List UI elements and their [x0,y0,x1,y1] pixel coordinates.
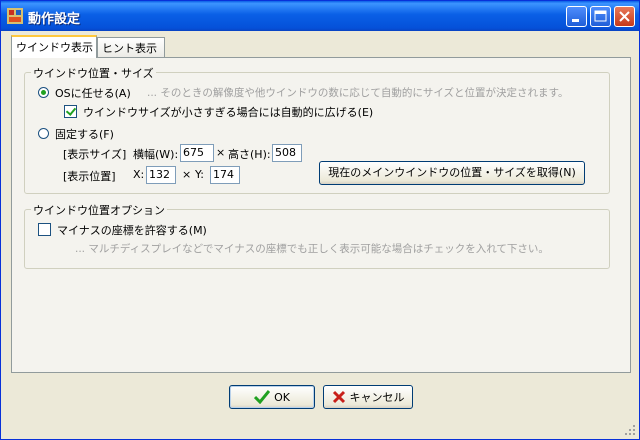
maximize-icon [594,10,607,22]
display-position-label: [表示位置] [63,170,116,183]
allow-minus-description: ... マルチディスプレイなどでマイナスの座標でも正しく表示可能な場合はチェック… [75,243,549,255]
close-icon [619,11,630,22]
ok-label: OK [274,390,290,404]
resize-grip-icon [625,425,635,435]
tab-panel: ウインドウ位置・サイズ OSに任せる(A) ... そのときの解像度や他ウインド… [11,57,631,373]
os-auto-description: ... そのときの解像度や他ウインドウの数に応じて自動的にサイズと位置が決定され… [147,87,569,99]
cancel-label: キャンセル [349,391,405,404]
auto-expand-label[interactable]: ウインドウサイズが小さすぎる場合には自動的に広げる(E) [83,104,373,120]
get-window-position-label: 現在のメインウインドウの位置・サイズを取得(N) [328,166,576,179]
minimize-button[interactable] [566,6,587,27]
allow-minus-label[interactable]: マイナスの座標を許容する(M) [57,222,207,238]
allow-minus-checkbox[interactable] [38,223,51,236]
height-field[interactable]: 508 [272,144,302,162]
cross-icon [332,390,345,404]
fixed-radio[interactable] [38,128,49,139]
ok-button[interactable]: OK [229,385,315,409]
tab-label: ウインドウ表示 [16,41,93,54]
checkmark-icon [254,390,271,404]
tab-hint-display[interactable]: ヒント表示 [97,37,165,57]
times-symbol: × [216,146,226,159]
os-auto-label[interactable]: OSに任せる(A) [55,85,131,101]
window-title: 動作設定 [28,12,81,27]
width-field[interactable]: 675 [180,144,214,162]
group-title: ウインドウ位置オプション [31,202,167,218]
os-auto-radio[interactable] [38,87,49,98]
minimize-icon [572,19,579,22]
fixed-label[interactable]: 固定する(F) [55,126,114,142]
auto-expand-checkbox[interactable] [64,105,77,118]
y-field[interactable]: 174 [210,166,240,184]
times-symbol: × [182,168,192,181]
group-title: ウインドウ位置・サイズ [31,65,156,81]
width-label: 横幅(W): [133,148,179,161]
height-label: 高さ(H): [228,148,271,161]
resize-grip[interactable] [623,423,637,437]
cancel-button[interactable]: キャンセル [323,385,413,409]
close-button[interactable] [614,6,635,27]
title-bar[interactable]: 動作設定 [1,1,639,31]
y-label: Y: [195,168,204,181]
display-size-label: [表示サイズ] [63,148,127,161]
tab-window-display[interactable]: ウインドウ表示 [11,35,97,58]
x-field[interactable]: 132 [146,166,176,184]
group-window-position-size: ウインドウ位置・サイズ OSに任せる(A) ... そのときの解像度や他ウインド… [24,65,610,194]
app-icon [7,8,23,24]
tab-label: ヒント表示 [102,42,157,55]
x-label: X: [133,168,145,181]
maximize-button[interactable] [590,6,611,27]
dialog-window: 動作設定 ウインドウ表示 ヒント表示 ウインドウ位置・サイズ OSに任せる(A)… [0,0,640,440]
get-window-position-button[interactable]: 現在のメインウインドウの位置・サイズを取得(N) [319,161,585,185]
group-window-position-option: ウインドウ位置オプション マイナスの座標を許容する(M) ... マルチディスプ… [24,202,610,269]
